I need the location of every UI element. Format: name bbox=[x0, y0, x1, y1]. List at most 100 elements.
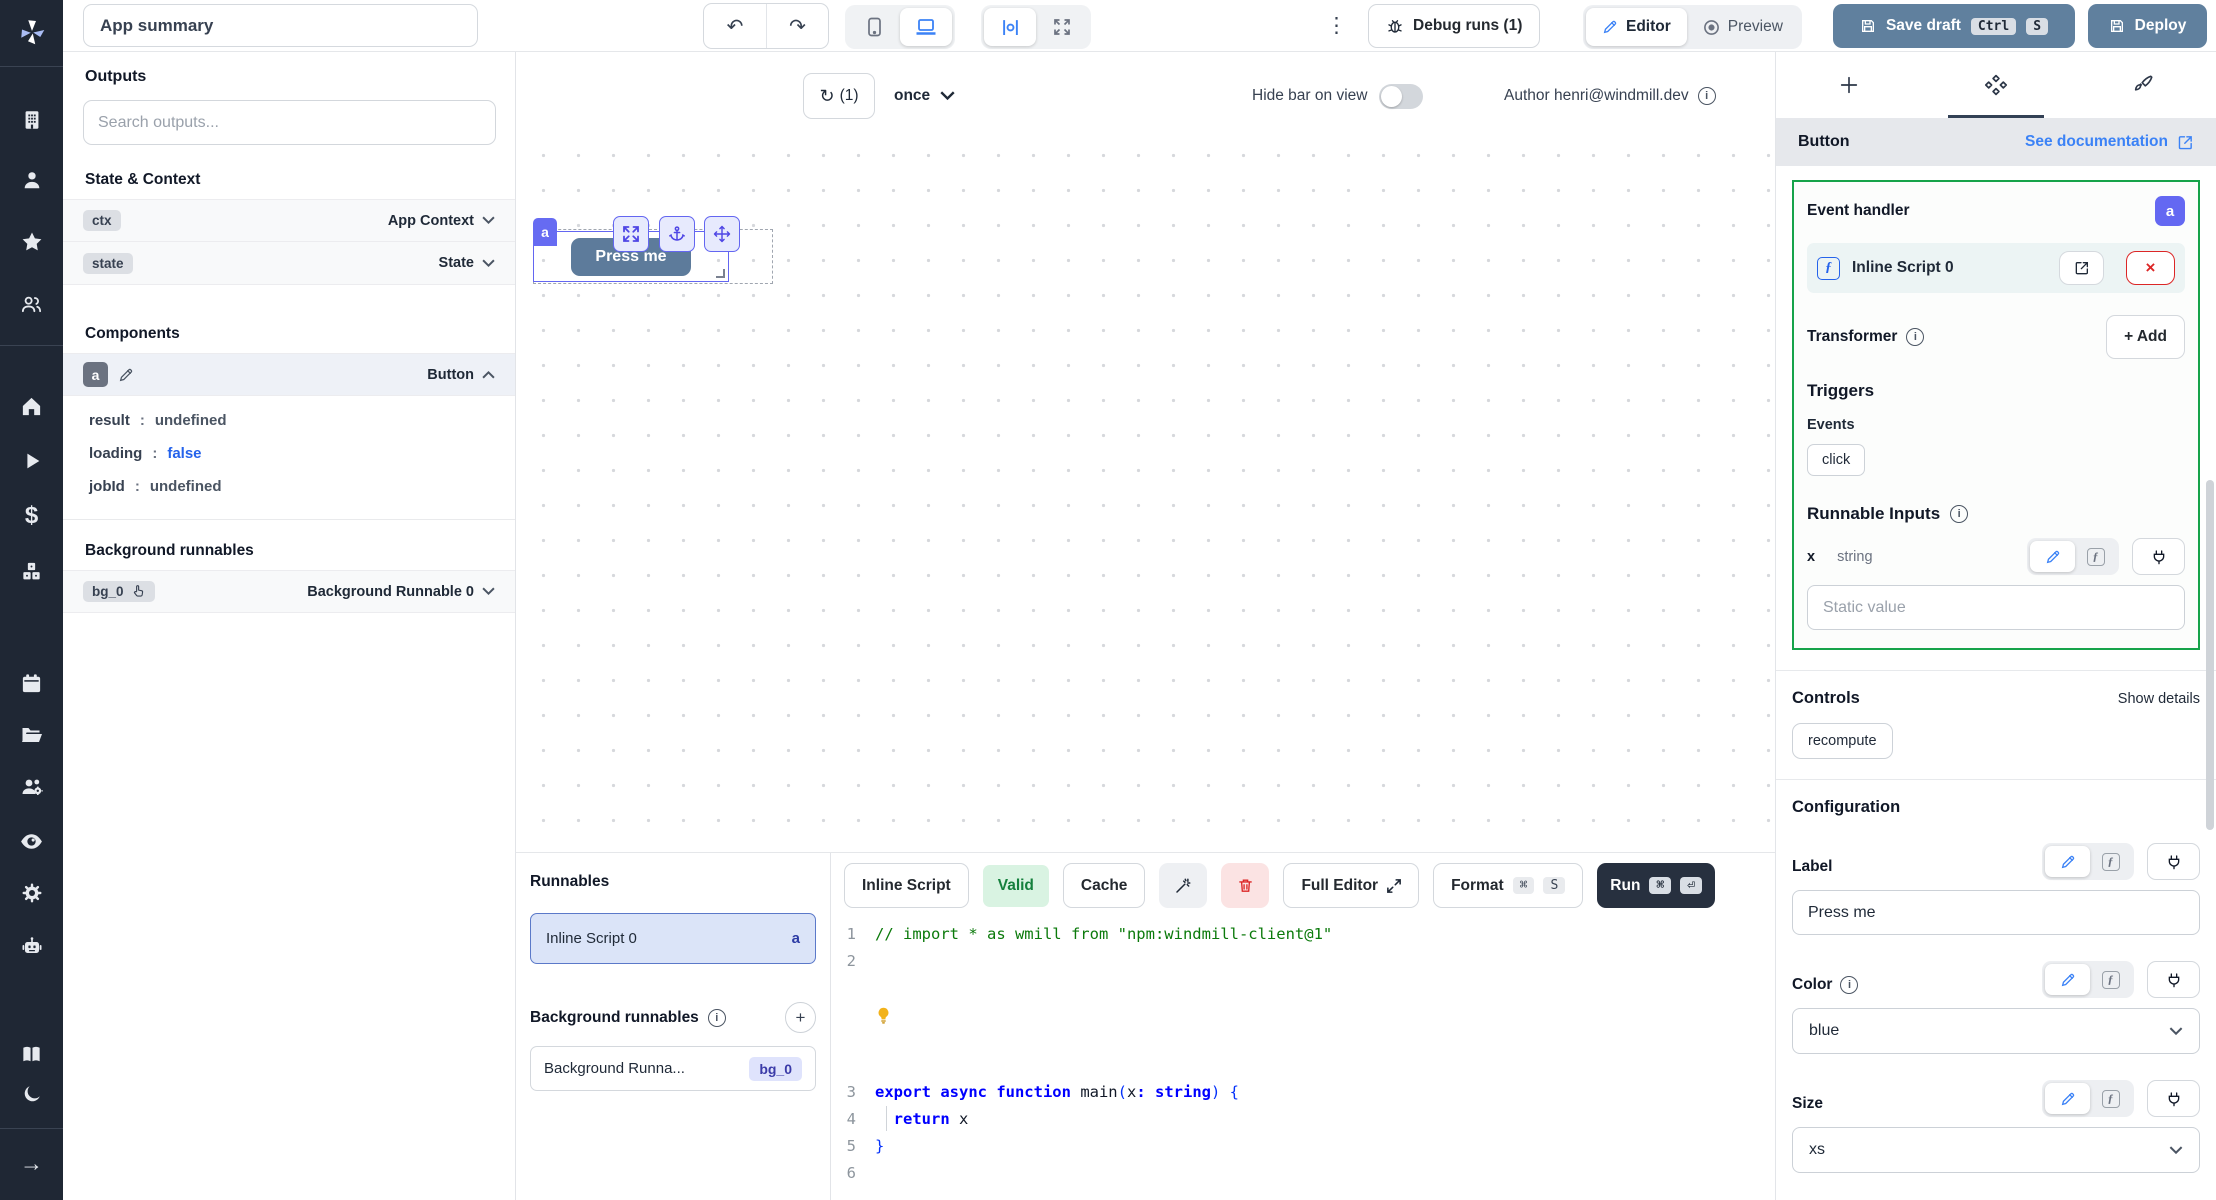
desktop-view-button[interactable] bbox=[900, 8, 952, 46]
static-mode-icon[interactable] bbox=[2045, 1083, 2090, 1114]
kbd-enter: ⏎ bbox=[1680, 877, 1703, 894]
favorites-icon[interactable] bbox=[0, 222, 63, 262]
settings-icon[interactable] bbox=[0, 872, 63, 914]
runnables-title: Runnables bbox=[530, 873, 610, 890]
docs-icon[interactable] bbox=[0, 1034, 63, 1074]
folders-icon[interactable] bbox=[0, 714, 63, 756]
user-icon[interactable] bbox=[0, 160, 63, 200]
plus-icon bbox=[1841, 76, 1858, 94]
inline-script-tab-label: Inline Script bbox=[862, 876, 951, 894]
more-menu-icon[interactable]: ⋮ bbox=[1326, 13, 1347, 38]
center-canvas-button[interactable] bbox=[984, 8, 1036, 46]
windmill-logo-icon[interactable] bbox=[0, 10, 63, 54]
component-settings-tab[interactable] bbox=[1923, 52, 2070, 118]
add-bg-runnable-button[interactable]: + bbox=[785, 1002, 816, 1033]
prop-colon: : bbox=[134, 478, 140, 495]
workers-icon[interactable] bbox=[0, 766, 63, 808]
connect-input-icon[interactable] bbox=[2147, 1080, 2200, 1117]
audit-logs-icon[interactable] bbox=[0, 820, 63, 862]
redo-button[interactable]: ↷ bbox=[766, 4, 828, 48]
show-details-link[interactable]: Show details bbox=[2118, 691, 2200, 707]
resources-icon[interactable] bbox=[0, 550, 63, 592]
ctx-row[interactable]: ctx App Context bbox=[63, 199, 515, 242]
schedules-icon[interactable] bbox=[0, 662, 63, 704]
code-token: return bbox=[893, 1110, 950, 1128]
code-area[interactable]: 1 // import * as wmill from "npm:windmill… bbox=[831, 921, 1775, 1187]
move-handle-icon[interactable] bbox=[704, 216, 740, 252]
bg-runnable-item-label: Background Runna... bbox=[544, 1060, 685, 1077]
rename-component-icon[interactable] bbox=[118, 367, 134, 383]
label-value-input[interactable] bbox=[1792, 890, 2200, 935]
deploy-button[interactable]: Deploy bbox=[2088, 4, 2207, 48]
open-script-button[interactable] bbox=[2059, 251, 2104, 285]
component-a-row[interactable]: a Button bbox=[63, 353, 515, 396]
canvas-grid[interactable]: a Press me − 100% + bbox=[516, 130, 1775, 922]
chevron-down-icon bbox=[2169, 1145, 2183, 1154]
variables-icon[interactable]: $ bbox=[0, 496, 63, 536]
connect-input-icon[interactable] bbox=[2147, 961, 2200, 998]
resize-grip-icon[interactable] bbox=[716, 269, 725, 278]
add-transformer-button[interactable]: + Add bbox=[2106, 315, 2185, 359]
home-icon[interactable] bbox=[0, 386, 63, 426]
recompute-badge: recompute bbox=[1792, 723, 1893, 759]
format-button[interactable]: Format ⌘ S bbox=[1433, 863, 1584, 908]
refresh-button[interactable]: ↻ (1) bbox=[803, 73, 875, 119]
see-documentation-link[interactable]: See documentation bbox=[2025, 133, 2194, 151]
inline-script-tab[interactable]: Inline Script bbox=[844, 863, 969, 908]
mobile-view-button[interactable] bbox=[848, 8, 900, 46]
save-draft-button[interactable]: Save draft Ctrl S bbox=[1833, 4, 2075, 48]
static-value-input[interactable] bbox=[1807, 585, 2185, 630]
paintbrush-icon bbox=[2134, 75, 2153, 91]
bg0-row[interactable]: bg_0 Background Runnable 0 bbox=[63, 570, 515, 613]
editor-tab[interactable]: Editor bbox=[1586, 8, 1687, 46]
chevron-down-icon bbox=[482, 587, 495, 596]
delete-script-icon[interactable] bbox=[1221, 863, 1270, 908]
preview-tab[interactable]: Preview bbox=[1687, 8, 1799, 46]
component-id-tag[interactable]: a bbox=[533, 218, 557, 246]
expr-mode-icon[interactable]: ƒ bbox=[2090, 846, 2131, 877]
lightbulb-icon[interactable] bbox=[875, 1006, 892, 1025]
state-row[interactable]: state State bbox=[63, 242, 515, 285]
insert-component-tab[interactable] bbox=[1776, 52, 1923, 118]
run-button[interactable]: Run ⌘ ⏎ bbox=[1597, 863, 1716, 908]
ai-assist-icon[interactable] bbox=[1159, 863, 1208, 908]
expand-handle-icon[interactable] bbox=[613, 216, 649, 252]
remove-script-button[interactable]: × bbox=[2126, 251, 2175, 285]
full-editor-label: Full Editor bbox=[1301, 876, 1379, 894]
anchor-handle-icon[interactable] bbox=[659, 216, 695, 252]
search-outputs-input[interactable] bbox=[83, 100, 496, 145]
full-editor-button[interactable]: Full Editor bbox=[1283, 863, 1420, 908]
expr-mode-icon[interactable]: ƒ bbox=[2090, 1083, 2131, 1114]
ai-icon[interactable] bbox=[0, 926, 63, 968]
inline-script-item[interactable]: Inline Script 0 a bbox=[530, 913, 816, 964]
dark-mode-icon[interactable] bbox=[0, 1074, 63, 1114]
bg-runnable-item[interactable]: Background Runna... bg_0 bbox=[530, 1046, 816, 1091]
collapse-sidebar-icon[interactable]: → bbox=[0, 1142, 63, 1184]
static-mode-icon[interactable] bbox=[2045, 964, 2090, 995]
connect-input-icon[interactable] bbox=[2147, 843, 2200, 880]
valid-badge: Valid bbox=[982, 864, 1049, 907]
app-summary-input[interactable] bbox=[83, 4, 478, 47]
color-select[interactable]: blue bbox=[1792, 1008, 2200, 1054]
groups-icon[interactable] bbox=[0, 284, 63, 324]
refresh-interval-select[interactable]: once bbox=[894, 73, 955, 119]
runs-icon[interactable] bbox=[0, 441, 63, 481]
panel-scrollbar[interactable] bbox=[2206, 480, 2214, 830]
expr-mode-icon[interactable]: ƒ bbox=[2075, 541, 2116, 572]
styling-tab[interactable] bbox=[2069, 52, 2216, 118]
workspace-icon[interactable] bbox=[0, 100, 63, 140]
code-line-4: return x bbox=[875, 1106, 969, 1133]
cache-button[interactable]: Cache bbox=[1062, 863, 1146, 908]
debug-runs-button[interactable]: Debug runs (1) bbox=[1368, 4, 1541, 48]
inline-script-ref-row[interactable]: ƒ Inline Script 0 × bbox=[1807, 243, 2185, 293]
static-mode-icon[interactable] bbox=[2030, 541, 2075, 572]
hide-bar-toggle[interactable] bbox=[1379, 83, 1424, 109]
background-runnables-title: Background runnables bbox=[85, 542, 254, 559]
static-mode-icon[interactable] bbox=[2045, 846, 2090, 877]
fullscreen-canvas-button[interactable] bbox=[1036, 8, 1088, 46]
expr-mode-icon[interactable]: ƒ bbox=[2090, 964, 2131, 995]
connect-input-icon[interactable] bbox=[2132, 538, 2185, 575]
size-select[interactable]: xs bbox=[1792, 1127, 2200, 1173]
external-link-icon bbox=[2178, 135, 2192, 149]
undo-button[interactable]: ↶ bbox=[704, 4, 766, 48]
